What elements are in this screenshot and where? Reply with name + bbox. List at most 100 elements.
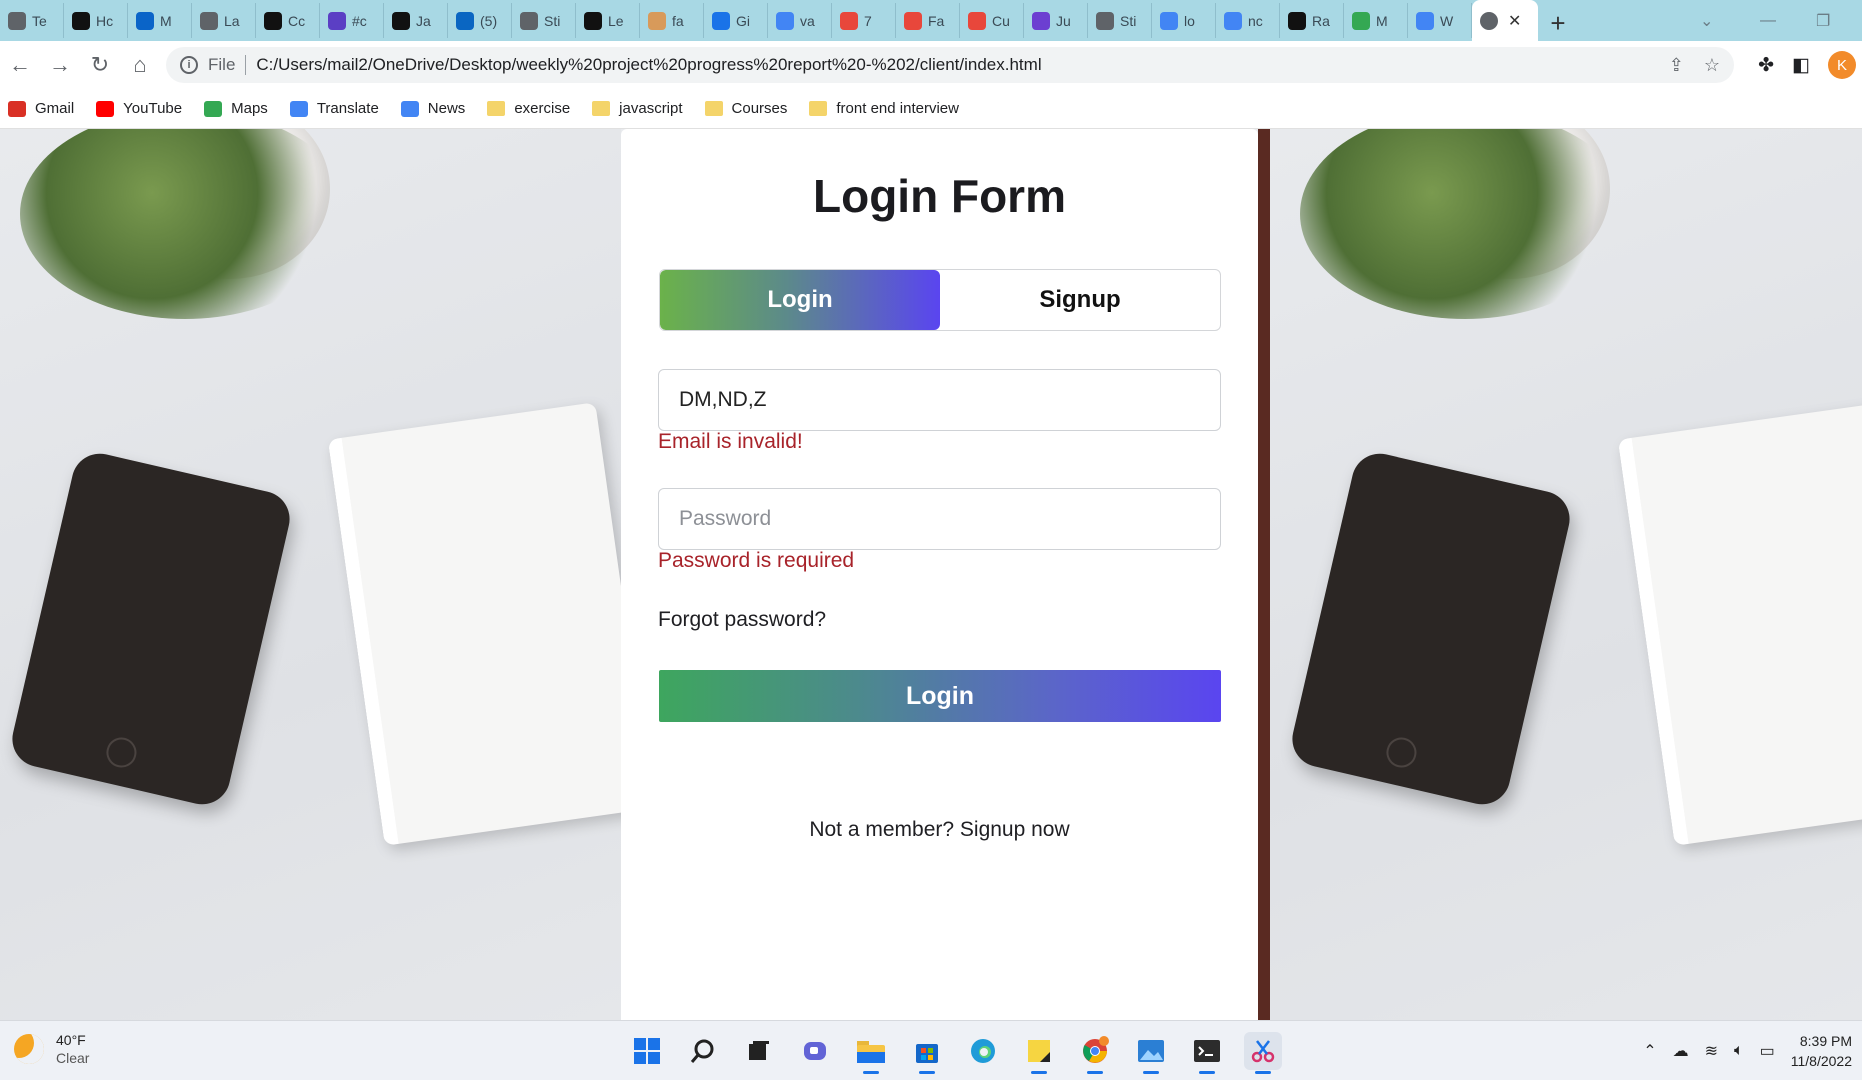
- sticky-notes-icon[interactable]: [1020, 1032, 1058, 1074]
- minimize-icon[interactable]: —: [1760, 0, 1776, 41]
- browser-tab[interactable]: W: [1408, 3, 1472, 38]
- browser-tab[interactable]: Sti: [512, 3, 576, 38]
- login-signup-toggle: Login Signup: [659, 269, 1221, 331]
- browser-tab[interactable]: Te: [0, 3, 64, 38]
- browser-tab[interactable]: va: [768, 3, 832, 38]
- signup-prompt: Not a member? Signup now: [621, 818, 1258, 842]
- form-title: Login Form: [813, 170, 1066, 222]
- browser-tab-label: M: [1376, 12, 1388, 29]
- browser-tab[interactable]: M: [128, 3, 192, 38]
- login-submit-button[interactable]: Login: [659, 670, 1221, 722]
- bookmark-item[interactable]: Translate: [289, 100, 379, 117]
- browser-tab-label: fa: [672, 12, 684, 29]
- folder-icon: [592, 101, 611, 116]
- bookmark-item[interactable]: front end interview: [809, 100, 959, 117]
- new-tab-icon[interactable]: +: [1538, 5, 1578, 41]
- maximize-icon[interactable]: ❐: [1816, 0, 1830, 41]
- browser-tab[interactable]: Gi: [704, 3, 768, 38]
- browser-tab[interactable]: M: [1344, 3, 1408, 38]
- clock[interactable]: 8:39 PM 11/8/2022: [1791, 1031, 1852, 1071]
- browser-tab[interactable]: Cc: [256, 3, 320, 38]
- chrome-browser-icon[interactable]: [1076, 1032, 1114, 1074]
- youtube-icon: [96, 100, 115, 117]
- bookmark-item[interactable]: javascript: [592, 100, 683, 117]
- browser-tab[interactable]: Sti: [1088, 3, 1152, 38]
- signup-now-link[interactable]: Signup now: [960, 818, 1070, 841]
- photos-icon[interactable]: [1132, 1032, 1170, 1074]
- windows-taskbar: 40°F Clear ⌃ ☁ ≋ 🔈︎ ▭ 8:39 PM 11/8/2022: [0, 1020, 1862, 1080]
- bookmark-item[interactable]: Gmail: [8, 100, 74, 117]
- teams-chat-icon[interactable]: [796, 1032, 834, 1070]
- clock-time: 8:39 PM: [1799, 1033, 1852, 1049]
- bookmark-item[interactable]: News: [400, 100, 465, 117]
- start-menu-icon[interactable]: [628, 1032, 666, 1070]
- browser-tab[interactable]: nc: [1216, 3, 1280, 38]
- browser-tab-label: Sti: [544, 12, 561, 29]
- browser-tab-label: nc: [1248, 12, 1263, 29]
- file-explorer-icon[interactable]: [852, 1032, 890, 1074]
- edge-browser-icon[interactable]: [964, 1032, 1002, 1070]
- google-icon: [1224, 11, 1242, 30]
- address-bar[interactable]: i File C:/Users/mail2/OneDrive/Desktop/w…: [166, 47, 1734, 83]
- browser-tab-label: M: [160, 12, 172, 29]
- browser-tab[interactable]: (5): [448, 3, 512, 38]
- wifi-icon[interactable]: ≋: [1705, 1041, 1718, 1061]
- forward-icon[interactable]: →: [40, 45, 80, 85]
- volume-icon[interactable]: 🔈︎: [1734, 1042, 1744, 1060]
- globe-icon: [1096, 11, 1114, 30]
- browser-tab[interactable]: Fa: [896, 3, 960, 38]
- signup-prompt-text: Not a member?: [809, 818, 955, 841]
- moon-icon: [14, 1034, 44, 1064]
- chevron-up-icon[interactable]: ⌃: [1643, 1041, 1656, 1061]
- tab-login[interactable]: Login: [660, 270, 940, 330]
- browser-tab-label: Ra: [1312, 12, 1330, 29]
- password-field[interactable]: [658, 488, 1221, 550]
- back-icon[interactable]: ←: [0, 45, 40, 85]
- weather-widget[interactable]: 40°F Clear: [14, 1031, 89, 1067]
- bookmark-item[interactable]: YouTube: [96, 100, 182, 117]
- profile-avatar[interactable]: K: [1828, 51, 1856, 79]
- share-icon[interactable]: ⇪: [1669, 55, 1684, 76]
- outlook-icon: [136, 11, 154, 30]
- snipping-tool-icon[interactable]: [1244, 1032, 1282, 1074]
- bookmark-item[interactable]: exercise: [487, 100, 570, 117]
- browser-tab[interactable]: #c: [320, 3, 384, 38]
- url-text[interactable]: C:/Users/mail2/OneDrive/Desktop/weekly%2…: [256, 55, 1041, 75]
- docs-icon: [1416, 11, 1434, 30]
- browser-tab-strip: Te Hc M La Cc #c Ja (5) Sti Le fa Gi va 7 Fa Cu Ju Sti lo n…: [0, 0, 1862, 41]
- extensions-icon[interactable]: ✤: [1758, 54, 1774, 77]
- site-info-icon[interactable]: i: [180, 56, 198, 74]
- browser-tab[interactable]: Ju: [1024, 3, 1088, 38]
- bookmark-item[interactable]: Maps: [204, 100, 268, 117]
- browser-tab-label: va: [800, 12, 815, 29]
- search-icon[interactable]: [684, 1032, 722, 1070]
- bookmarks-bar: Gmail YouTube Maps Translate News exercise jav…: [0, 89, 1862, 129]
- microsoft-store-icon[interactable]: [908, 1032, 946, 1074]
- browser-tab[interactable]: Cu: [960, 3, 1024, 38]
- browser-tab[interactable]: Le: [576, 3, 640, 38]
- bookmark-item[interactable]: Courses: [704, 100, 787, 117]
- battery-icon[interactable]: ▭: [1760, 1041, 1775, 1061]
- tab-search-icon[interactable]: ⌄: [1700, 0, 1713, 41]
- email-field[interactable]: [658, 369, 1221, 431]
- browser-tab-label: lo: [1184, 12, 1195, 29]
- home-icon[interactable]: ⌂: [120, 45, 160, 85]
- browser-tab[interactable]: 7: [832, 3, 896, 38]
- browser-tab[interactable]: lo: [1152, 3, 1216, 38]
- reload-icon[interactable]: ↻: [80, 45, 120, 85]
- forgot-password-link[interactable]: Forgot password?: [658, 608, 826, 632]
- bookmark-star-icon[interactable]: ☆: [1704, 55, 1720, 76]
- terminal-icon[interactable]: [1188, 1032, 1226, 1074]
- onedrive-icon[interactable]: ☁: [1673, 1041, 1689, 1061]
- browser-tab-label: W: [1440, 12, 1454, 29]
- side-panel-icon[interactable]: ◧: [1792, 54, 1810, 77]
- browser-tab[interactable]: Hc: [64, 3, 128, 38]
- browser-tab[interactable]: Ja: [384, 3, 448, 38]
- close-tab-icon[interactable]: ✕: [1508, 11, 1521, 31]
- browser-tab[interactable]: fa: [640, 3, 704, 38]
- browser-tab[interactable]: La: [192, 3, 256, 38]
- browser-tab-active[interactable]: ✕: [1472, 0, 1538, 41]
- tab-signup[interactable]: Signup: [940, 270, 1220, 330]
- browser-tab[interactable]: Ra: [1280, 3, 1344, 38]
- task-view-icon[interactable]: [740, 1032, 778, 1070]
